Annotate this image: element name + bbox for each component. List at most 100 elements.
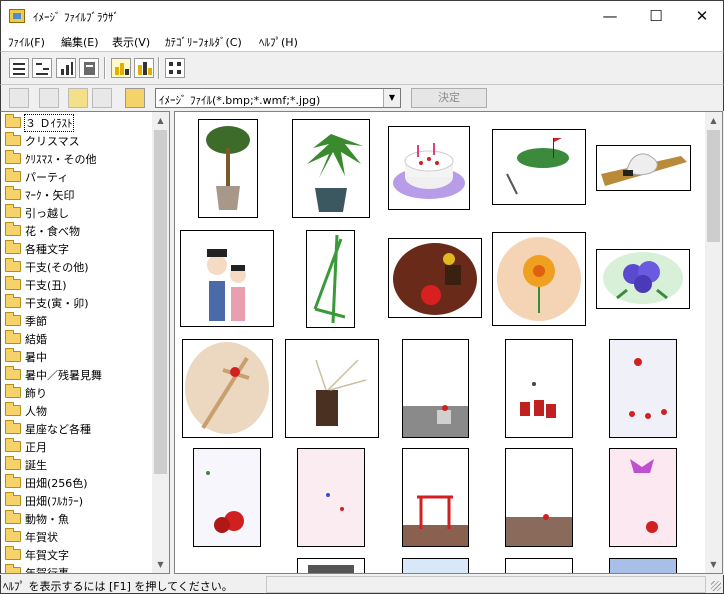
tree-scrollbar[interactable]: ▲ ▼	[152, 112, 169, 573]
scroll-up-icon[interactable]: ▲	[705, 112, 722, 129]
thumbnail-partial[interactable]	[297, 558, 365, 573]
folder-icon	[5, 294, 21, 308]
tree-item[interactable]: 暑中	[3, 347, 153, 365]
tree-item[interactable]: 引っ越し	[3, 203, 153, 221]
thumbnail-birthday-cake[interactable]	[388, 126, 470, 210]
menu-category-folder[interactable]: ｶﾃｺﾞﾘｰﾌｫﾙﾀﾞ(C)	[165, 34, 242, 50]
tree-item[interactable]: パーティ	[3, 167, 153, 185]
thumbnail-daruma-sweets[interactable]	[388, 238, 482, 318]
decide-button[interactable]: 決定	[411, 88, 487, 108]
thumbnail-garden-table[interactable]	[402, 339, 469, 438]
thumbnail-field-flags[interactable]	[505, 448, 573, 547]
preview-icon[interactable]	[9, 88, 29, 108]
thumbnail-sake-barrels[interactable]	[505, 339, 573, 438]
thumbnail-toast-glasses[interactable]	[609, 339, 677, 438]
tree-item[interactable]: 田畑(ﾌﾙｶﾗｰ)	[3, 491, 153, 509]
tree-item[interactable]: 結婚	[3, 329, 153, 347]
title-bar: ｲﾒｰｼﾞ ﾌｧｲﾙﾌﾞﾗｳｻﾞ — ☐ ✕	[0, 0, 724, 31]
menu-file[interactable]: ﾌｧｲﾙ(F)	[8, 34, 45, 50]
folder-icon	[5, 258, 21, 272]
resize-grip-icon[interactable]	[711, 581, 721, 591]
sort-name-icon[interactable]	[9, 58, 29, 78]
copy-icon[interactable]	[39, 88, 59, 108]
menu-help[interactable]: ﾍﾙﾌﾟ(H)	[259, 34, 298, 50]
toolbar-separator	[158, 57, 160, 79]
thumbnail-hydrangea[interactable]	[596, 249, 690, 309]
file-type-value: ｲﾒｰｼﾞ ﾌｧｲﾙ(*.bmp;*.wmf;*.jpg)	[159, 94, 321, 107]
folder-icon	[5, 222, 21, 236]
tree-scrollbar-thumb[interactable]	[154, 130, 167, 474]
tree-item[interactable]: 飾り	[3, 383, 153, 401]
thumbnail-partial[interactable]	[609, 558, 677, 573]
thumbnail-torii-gate[interactable]	[402, 448, 469, 547]
tree-item[interactable]: 花・食べ物	[3, 221, 153, 239]
sort-size-icon[interactable]	[56, 58, 76, 78]
tree-item[interactable]: 干支(その他)	[3, 257, 153, 275]
scroll-down-icon[interactable]: ▼	[705, 556, 722, 573]
menu-view[interactable]: 表示(V)	[112, 34, 150, 50]
app-icon	[9, 9, 25, 23]
thumbnail-bamboo[interactable]	[306, 230, 355, 328]
thumbnail-chrysanthemum[interactable]	[492, 232, 586, 326]
folder-icon	[5, 168, 21, 182]
folder-icon	[5, 366, 21, 380]
tree-item[interactable]: ﾏｰｸ・矢印	[3, 185, 153, 203]
thumbnail-partial[interactable]	[505, 558, 573, 573]
open-folder-icon[interactable]	[125, 88, 145, 108]
tree-item[interactable]: 田畑(256色)	[3, 473, 153, 491]
menu-edit[interactable]: 編集(E)	[61, 34, 99, 50]
sort-date-icon[interactable]	[79, 58, 99, 78]
folder-icon	[5, 492, 21, 506]
dropdown-arrow-icon[interactable]: ▼	[383, 89, 400, 107]
main-toolbar	[0, 51, 724, 84]
thumbnail-onigiri-plate[interactable]	[596, 145, 691, 191]
thumbnail-pink-card[interactable]	[297, 448, 365, 547]
tree-item[interactable]: 誕生	[3, 455, 153, 473]
thumbnail-ribbon-cake[interactable]	[609, 448, 677, 547]
thumbnail-bouquet-card[interactable]	[193, 448, 261, 547]
scroll-up-icon[interactable]: ▲	[152, 112, 169, 129]
folder-icon	[5, 330, 21, 344]
tree-item[interactable]: 干支(寅・卯)	[3, 293, 153, 311]
tree-item[interactable]: 年賀行事	[3, 563, 153, 573]
close-button[interactable]: ✕	[679, 1, 724, 31]
tree-item[interactable]: 各種文字	[3, 239, 153, 257]
thumbnail-hina-dolls[interactable]	[180, 230, 274, 327]
tree-item[interactable]: 人物	[3, 401, 153, 419]
thumbnail-partial[interactable]	[402, 558, 469, 573]
status-pane	[266, 576, 706, 593]
tree-item[interactable]: 年賀状	[3, 527, 153, 545]
toolbar-separator	[104, 57, 106, 79]
thumbnail-new-year-arrow[interactable]	[182, 339, 273, 438]
folder-icon	[5, 564, 21, 573]
sort-type-icon[interactable]	[32, 58, 52, 78]
large-icons-view-icon[interactable]	[111, 58, 131, 78]
folder-icon	[5, 384, 21, 398]
tree-item[interactable]: ｸﾘｽﾏｽ・その他	[3, 149, 153, 167]
new-folder-icon[interactable]	[68, 88, 88, 108]
thumbnail-scrollbar-thumb[interactable]	[707, 130, 720, 242]
list-view-icon[interactable]	[165, 58, 185, 78]
tree-item[interactable]: 暑中／残暑見舞	[3, 365, 153, 383]
tree-item[interactable]: 季節	[3, 311, 153, 329]
tree-item-3d[interactable]: ３ Ｄｲﾗｽﾄ	[3, 113, 153, 132]
folder-icon	[5, 402, 21, 416]
folder-icon	[5, 240, 21, 254]
small-icons-view-icon[interactable]	[134, 58, 154, 78]
thumbnail-scrollbar[interactable]: ▲ ▼	[705, 112, 722, 573]
file-type-select[interactable]: ｲﾒｰｼﾞ ﾌｧｲﾙ(*.bmp;*.wmf;*.jpg) ▼	[155, 88, 401, 108]
tree-item[interactable]: クリスマス	[3, 131, 153, 149]
thumbnail-golf-green[interactable]	[492, 129, 586, 205]
delete-folder-icon[interactable]	[92, 88, 112, 108]
tree-item[interactable]: 干支(丑)	[3, 275, 153, 293]
scroll-down-icon[interactable]: ▼	[152, 556, 169, 573]
minimize-button[interactable]: —	[587, 1, 633, 31]
thumbnail-potted-tree[interactable]	[198, 119, 258, 218]
thumbnail-pampas-grass[interactable]	[285, 339, 379, 438]
tree-item[interactable]: 年賀文字	[3, 545, 153, 563]
tree-item[interactable]: 星座など各種	[3, 419, 153, 437]
tree-item[interactable]: 正月	[3, 437, 153, 455]
maximize-button[interactable]: ☐	[633, 1, 679, 31]
tree-item[interactable]: 動物・魚	[3, 509, 153, 527]
thumbnail-pachira-plant[interactable]	[292, 119, 370, 218]
